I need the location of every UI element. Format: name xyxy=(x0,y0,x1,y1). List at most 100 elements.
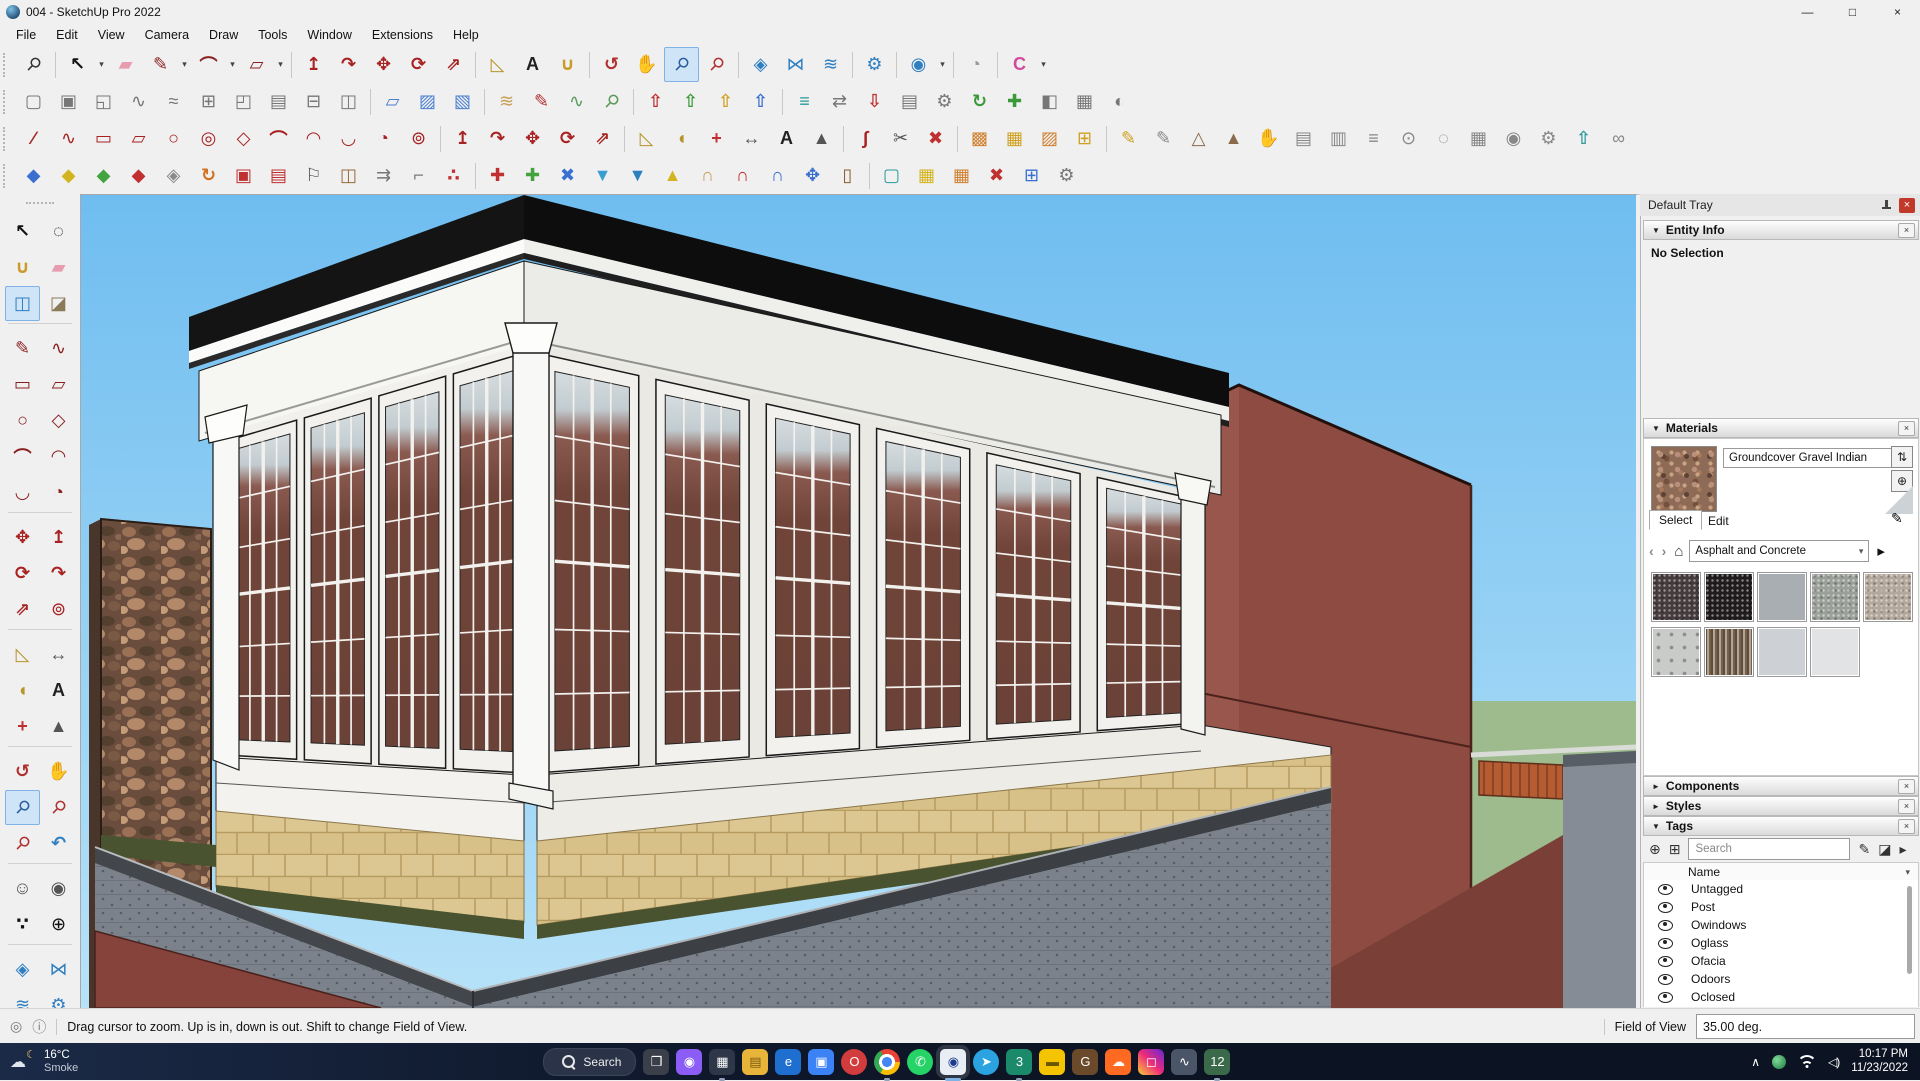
ext-horseshoe-tan-button[interactable]: ∩ xyxy=(690,158,725,193)
arc-l-button[interactable]: ⌒ xyxy=(5,439,40,474)
tag-row-oclosed[interactable]: Oclosed xyxy=(1644,988,1918,1006)
scale-2-button[interactable]: ⇗ xyxy=(585,121,620,156)
toolbar-grip[interactable] xyxy=(3,90,12,114)
taskbar-app-file-explorer[interactable]: ▤ xyxy=(742,1049,768,1075)
material-tools-button[interactable]: ◧ xyxy=(1032,84,1067,119)
export-up-yellow-button[interactable]: ⇧ xyxy=(708,84,743,119)
tab-edit[interactable]: Edit xyxy=(1699,512,1738,530)
swatch-concrete-white[interactable] xyxy=(1810,627,1860,677)
section-components[interactable]: ► Components × xyxy=(1643,776,1919,796)
ext-drop-blue2-button[interactable]: ▼ xyxy=(620,158,655,193)
taskbar-app-sticky-notes[interactable]: ▬ xyxy=(1039,1049,1065,1075)
tag-row-oglass[interactable]: Oglass xyxy=(1644,934,1918,952)
view-frames-button[interactable]: ⊟ xyxy=(296,84,331,119)
pan-l-button[interactable]: ✋ xyxy=(41,754,76,789)
swatch-concrete-form-holes[interactable] xyxy=(1651,627,1701,677)
details-arrow-icon[interactable]: ▸ xyxy=(1877,542,1885,560)
outliner-button[interactable]: ▤ xyxy=(261,84,296,119)
ext-x-red-button[interactable]: ✖ xyxy=(979,158,1014,193)
menu-tools[interactable]: Tools xyxy=(248,26,297,44)
draw-circle-button[interactable]: ○ xyxy=(156,121,191,156)
tag-row-owindows[interactable]: Owindows xyxy=(1644,916,1918,934)
soften-edges-button[interactable]: ∿ xyxy=(121,84,156,119)
text-2-button[interactable]: A xyxy=(769,121,804,156)
taskbar-app-store[interactable]: ▣ xyxy=(808,1049,834,1075)
section-cuts-button[interactable]: ▨ xyxy=(410,84,445,119)
taskbar-app-chrome[interactable] xyxy=(874,1049,900,1075)
viewport-3d[interactable] xyxy=(80,194,1637,1009)
line-l-button[interactable]: ✎ xyxy=(5,331,40,366)
offset-tool-button[interactable]: ⊚ xyxy=(401,121,436,156)
home-icon[interactable]: ⌂ xyxy=(1674,543,1683,560)
draw-line-button[interactable]: ∕ xyxy=(16,121,51,156)
camera-tool-button[interactable]: ◉ xyxy=(1496,121,1531,156)
swatch-asphalt-black[interactable] xyxy=(1704,572,1754,622)
ext-triangle-yellow-button[interactable]: ▲ xyxy=(655,158,690,193)
push-pull-tool-button[interactable]: ↥ xyxy=(296,47,331,82)
add-tag-icon[interactable]: ⊕ xyxy=(1649,841,1661,858)
freehand-l-button[interactable]: ∿ xyxy=(41,331,76,366)
eraser-tool-button[interactable]: ▰ xyxy=(108,47,143,82)
ext-square-red-button[interactable]: ▣ xyxy=(226,158,261,193)
lasso-select-tool-button[interactable]: ◌ xyxy=(41,214,76,249)
stamp-tool-button[interactable]: ⊙ xyxy=(1391,121,1426,156)
rotate-tool-button[interactable]: ⟳ xyxy=(401,47,436,82)
ext-diamond-blue-button[interactable]: ◆ xyxy=(16,158,51,193)
smooth-surface-button[interactable]: ≈ xyxy=(156,84,191,119)
pin-icon[interactable] xyxy=(1882,200,1891,211)
ext-hook-gray-button[interactable]: ⌐ xyxy=(401,158,436,193)
weld-edges-button[interactable]: ∫ xyxy=(848,121,883,156)
protractor-l-button[interactable]: ◖ xyxy=(5,673,40,708)
generate-report-button[interactable]: ▤ xyxy=(892,84,927,119)
3d-text-tool-button[interactable]: ▲ xyxy=(804,121,839,156)
dimension-tool-button[interactable]: ↔ xyxy=(734,121,769,156)
entity-info-close-icon[interactable]: × xyxy=(1898,223,1915,238)
section-fill-button[interactable]: ▧ xyxy=(445,84,480,119)
circle-l-button[interactable]: ○ xyxy=(5,403,40,438)
make-component-l-button[interactable]: ◫ xyxy=(5,286,40,321)
taskbar-app-calculator[interactable]: ▦ xyxy=(709,1049,735,1075)
taskbar-app-audio-app[interactable]: ∿ xyxy=(1171,1049,1197,1075)
sandbox-smoove-button[interactable]: ✎ xyxy=(524,84,559,119)
select-tool-l-button[interactable]: ↖ xyxy=(5,214,40,249)
film-tool-button[interactable]: ▦ xyxy=(1461,121,1496,156)
close-button[interactable]: × xyxy=(1875,0,1920,24)
tags-column-header[interactable]: Name ▾ xyxy=(1643,862,1919,882)
uv-tools-button[interactable]: ▦ xyxy=(1067,84,1102,119)
extension-c3-button[interactable]: C xyxy=(1002,47,1037,82)
pie-l-button[interactable]: ◔ xyxy=(41,475,76,510)
zoom-extents-tool-button[interactable]: ⚲ xyxy=(699,47,734,82)
make-component-button[interactable]: ▣ xyxy=(51,84,86,119)
taskbar-app-chat[interactable]: ◉ xyxy=(676,1049,702,1075)
taskbar-app-instagram[interactable]: ◻ xyxy=(1138,1049,1164,1075)
offset-l-button[interactable]: ⊚ xyxy=(41,592,76,627)
hatch-cross-button[interactable]: ▨ xyxy=(1032,121,1067,156)
ext-flag-white-button[interactable]: ⚐ xyxy=(296,158,331,193)
tray-chevron-icon[interactable]: ∧ xyxy=(1751,1055,1760,1069)
axes-l-button[interactable]: + xyxy=(5,709,40,744)
taskbar-app-idm-scheduler[interactable]: 12 xyxy=(1204,1049,1230,1075)
ext-diamond-green-button[interactable]: ◆ xyxy=(86,158,121,193)
cleanup-model-button[interactable]: ✚ xyxy=(997,84,1032,119)
arc-tool-button[interactable]: ⌒ xyxy=(191,47,226,82)
terrain-tool-button[interactable]: △ xyxy=(1181,121,1216,156)
export-up-blue-button[interactable]: ⇧ xyxy=(743,84,778,119)
idm-tray-icon[interactable] xyxy=(1772,1055,1786,1069)
ext-grid-blue-button[interactable]: ⊞ xyxy=(1014,158,1049,193)
zoom-window-l-button[interactable]: ⚲ xyxy=(41,790,76,825)
zoom-l-button[interactable]: ⚲ xyxy=(5,790,40,825)
orbit-l-button[interactable]: ↺ xyxy=(5,754,40,789)
followme-2-button[interactable]: ↷ xyxy=(480,121,515,156)
swatch-board-formed-concrete[interactable] xyxy=(1704,627,1754,677)
pencil-yellow-button[interactable]: ✎ xyxy=(1111,121,1146,156)
3d-text-l-button[interactable]: ▲ xyxy=(41,709,76,744)
purge-unused-button[interactable]: ↻ xyxy=(962,84,997,119)
draw-2pt-arc-button[interactable]: ◠ xyxy=(296,121,331,156)
taskbar-app-gimp[interactable]: G xyxy=(1072,1049,1098,1075)
trimble-connect-download-button[interactable]: ◈ xyxy=(743,47,778,82)
swatch-concrete-light[interactable] xyxy=(1757,627,1807,677)
swatch-aggregate-tan[interactable] xyxy=(1863,572,1913,622)
zoom-extents-l-button[interactable]: ⚲ xyxy=(5,826,40,861)
materials-close-icon[interactable]: × xyxy=(1898,421,1915,436)
ext-horseshoe-blue-button[interactable]: ∩ xyxy=(760,158,795,193)
